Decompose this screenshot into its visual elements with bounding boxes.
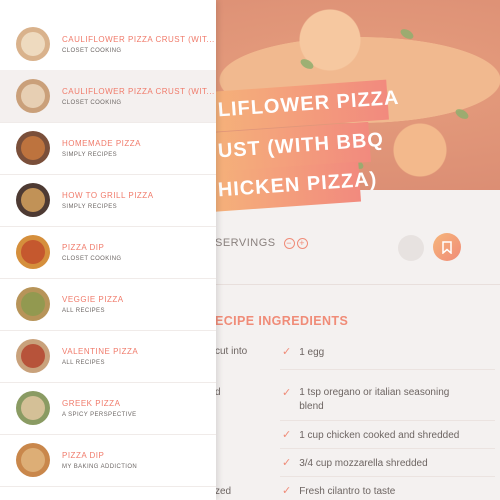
recipe-thumbnail: [16, 131, 50, 165]
recipe-title: HOMEMADE PIZZA: [62, 138, 142, 148]
drawer-recipe-item[interactable]: GREEK PIZZA A SPICY PERSPECTIVE: [0, 382, 216, 434]
recipe-source: A SPICY PERSPECTIVE: [62, 411, 137, 418]
divider: [280, 476, 495, 477]
drawer-item-text: VALENTINE PIZZA ALL RECIPES: [62, 347, 138, 366]
check-icon: ✓: [282, 387, 292, 399]
recipe-source: ALL RECIPES: [62, 307, 105, 314]
app-screen: LIFLOWER PIZZA UST (WITH BBQ HICKEN PIZZ…: [0, 0, 500, 500]
ingredient-item: ✓ 1 cup chicken cooked and shredded: [282, 429, 460, 441]
recipe-history-drawer: CAULIFLOWER PIZZA CRUST (WIT... CLOSET CO…: [0, 0, 216, 500]
recipe-source: CLOSET COOKING: [62, 99, 122, 106]
recipe-title: HOW TO GRILL PIZZA: [62, 190, 154, 200]
recipe-thumbnail: [16, 391, 50, 425]
drawer-item-text: GREEK PIZZA A SPICY PERSPECTIVE: [62, 399, 137, 418]
ingredient-item: ✓ 3/4 cup mozzarella shredded: [282, 457, 428, 469]
check-icon: ✓: [282, 429, 292, 441]
bookmark-icon: [442, 240, 452, 254]
drawer-recipe-item[interactable]: PIZZA DIP CLOSET COOKING: [0, 226, 216, 278]
divider: [210, 284, 500, 285]
recipe-title: PIZZA DIP: [62, 242, 105, 252]
ingredient-item: ✓ 1 egg: [282, 346, 325, 358]
drawer-recipe-item[interactable]: HOW TO GRILL PIZZA SIMPLY RECIPES: [0, 174, 216, 226]
recipe-title: CAULIFLOWER PIZZA CRUST (WIT...: [62, 34, 215, 44]
recipe-source: MY BAKING ADDICTION: [62, 463, 138, 470]
check-icon: ✓: [282, 457, 292, 469]
ingredients-heading: ECIPE INGREDIENTS: [215, 314, 349, 328]
recipe-thumbnail: [16, 79, 50, 113]
drawer-item-text: CAULIFLOWER PIZZA CRUST (WIT... CLOSET CO…: [62, 35, 215, 54]
drawer-item-text: PIZZA DIP MY BAKING ADDICTION: [62, 451, 137, 470]
drawer-recipe-item[interactable]: CAULIFLOWER PIZZA CRUST (WIT... CLOSET CO…: [0, 18, 216, 70]
drawer-recipe-item[interactable]: PIZZA DIP MY BAKING ADDICTION: [0, 434, 216, 486]
divider: [280, 369, 495, 370]
recipe-title: VEGGIE PIZZA: [62, 294, 124, 304]
recipe-title: CAULIFLOWER PIZZA CRUST (WIT...: [62, 86, 215, 96]
drawer-item-text: HOMEMADE PIZZA SIMPLY RECIPES: [62, 139, 141, 158]
recipe-thumbnail: [16, 27, 50, 61]
drawer-item-text: HOW TO GRILL PIZZA SIMPLY RECIPES: [62, 191, 154, 210]
ingredient-item: ✓ 1 tsp oregano or italian seasoning blen…: [282, 387, 450, 412]
divider: [280, 420, 495, 421]
ingredient-fragment: cut into: [215, 346, 248, 357]
recipe-thumbnail: [16, 183, 50, 217]
drawer-item-text: VEGGIE PIZZA ALL RECIPES: [62, 295, 124, 314]
divider: [280, 448, 495, 449]
recipe-source: CLOSET COOKING: [62, 255, 122, 262]
ingredient-item: ✓ Fresh cilantro to taste: [282, 485, 396, 497]
save-recipe-button[interactable]: [433, 233, 461, 261]
servings-label: SERVINGS: [215, 237, 276, 249]
recipe-title: GREEK PIZZA: [62, 398, 121, 408]
recipe-source: ALL RECIPES: [62, 359, 105, 366]
drawer-item-text: PIZZA DIP CLOSET COOKING: [62, 243, 122, 262]
drawer-recipe-item[interactable]: HOMEMADE PIZZA SIMPLY RECIPES: [0, 122, 216, 174]
recipe-title: PIZZA DIP: [62, 450, 105, 460]
recipe-thumbnail: [16, 443, 50, 477]
recipe-thumbnail: [16, 287, 50, 321]
drawer-recipe-item[interactable]: VEGGIE PIZZA ALL RECIPES: [0, 278, 216, 330]
ingredient-fragment: zed: [215, 486, 232, 497]
recipe-source: SIMPLY RECIPES: [62, 203, 118, 210]
check-icon: ✓: [282, 346, 292, 358]
share-button[interactable]: [398, 235, 424, 261]
divider: [0, 486, 216, 487]
recipe-source: CLOSET COOKING: [62, 47, 122, 54]
recipe-thumbnail: [16, 235, 50, 269]
recipe-thumbnail: [16, 339, 50, 373]
drawer-recipe-item[interactable]: CAULIFLOWER PIZZA CRUST (WIT... CLOSET CO…: [0, 70, 216, 122]
drawer-item-text: CAULIFLOWER PIZZA CRUST (WIT... CLOSET CO…: [62, 87, 215, 106]
servings-control: SERVINGS − +: [215, 237, 308, 249]
servings-increase-button[interactable]: +: [296, 237, 308, 249]
recipe-title: VALENTINE PIZZA: [62, 346, 139, 356]
check-icon: ✓: [282, 485, 292, 497]
recipe-source: SIMPLY RECIPES: [62, 151, 118, 158]
drawer-recipe-item[interactable]: VALENTINE PIZZA ALL RECIPES: [0, 330, 216, 382]
servings-decrease-button[interactable]: −: [283, 237, 295, 249]
